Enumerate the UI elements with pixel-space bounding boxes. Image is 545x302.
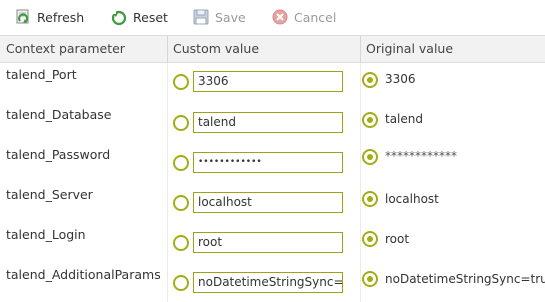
original-value-text: talend [385,112,423,126]
cancel-label: Cancel [294,9,337,25]
original-value-radio[interactable] [362,191,378,207]
floppy-disk-icon [192,8,210,26]
context-parameter-name: talend_Server [6,187,93,202]
cancel-button[interactable]: Cancel [271,7,336,27]
context-parameter-name: talend_Port [6,67,77,82]
custom-value-input[interactable]: 3306 [193,71,343,92]
original-value-radio[interactable] [362,72,378,88]
context-parameter-name: talend_Database [6,107,112,122]
table-row: talend_Server localhost localhost [0,184,545,224]
password-input[interactable]: •••••••••••• [193,152,343,173]
table-row: talend_Login root root [0,224,545,264]
original-value-radio[interactable] [362,271,378,287]
reset-icon [110,8,128,26]
original-value-text: ************ [385,149,457,163]
custom-value-radio[interactable] [173,74,189,90]
custom-value-radio[interactable] [173,195,189,211]
column-header-original-value[interactable]: Original value [360,36,545,62]
cancel-icon [271,8,289,26]
original-value-radio[interactable] [362,231,378,247]
refresh-button[interactable]: Refresh [14,7,84,27]
table-row: talend_AdditionalParams noDatetimeString… [0,264,545,302]
custom-value-radio[interactable] [173,275,189,291]
table-row: talend_Database talend talend [0,104,545,144]
context-parameter-name: talend_AdditionalParams [6,267,161,282]
context-parameter-name: talend_Password [6,147,111,162]
column-header-context-parameter[interactable]: Context parameter [0,36,167,62]
save-button[interactable]: Save [192,7,246,27]
custom-value-radio[interactable] [173,235,189,251]
custom-value-input[interactable]: noDatetimeStringSync=true [193,272,343,293]
original-value-radio[interactable] [362,112,378,128]
custom-value-input[interactable]: talend [193,112,343,133]
save-label: Save [215,9,246,25]
custom-value-input[interactable]: localhost [193,192,343,213]
reset-label: Reset [133,9,168,25]
column-header-custom-value[interactable]: Custom value [167,36,360,62]
custom-value-radio[interactable] [173,115,189,131]
original-value-text: localhost [385,192,439,206]
refresh-label: Refresh [37,9,85,25]
refresh-icon [14,8,32,26]
context-parameter-name: talend_Login [6,227,86,242]
reset-button[interactable]: Reset [110,7,168,27]
table-row: talend_Password •••••••••••• ***********… [0,144,545,184]
custom-value-input[interactable]: root [193,232,343,253]
original-value-text: root [385,232,410,246]
table-header: Context parameter Custom value Original … [0,35,545,63]
toolbar: Refresh Reset Save Cancel [0,0,545,34]
original-value-text: 3306 [385,72,416,86]
custom-value-radio[interactable] [173,155,189,171]
table-row: talend_Port 3306 3306 [0,64,545,104]
original-value-text: noDatetimeStringSync=true [385,272,545,286]
original-value-radio[interactable] [362,149,378,165]
